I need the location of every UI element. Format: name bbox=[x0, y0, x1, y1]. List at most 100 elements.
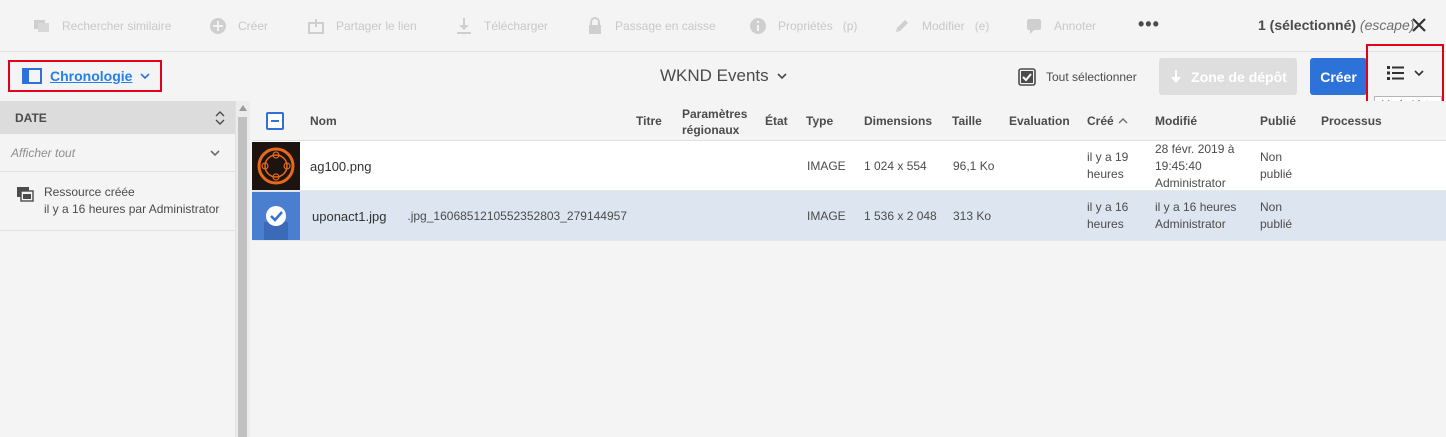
asset-created: il y a 19 heures bbox=[1087, 149, 1128, 183]
select-all-label: Tout sélectionner bbox=[1046, 70, 1137, 84]
share-link-icon bbox=[306, 16, 326, 36]
sort-updown-icon bbox=[215, 110, 225, 125]
asset-modified: il y a 16 heures Administrator bbox=[1155, 199, 1236, 233]
asset-published: Non publié bbox=[1260, 199, 1292, 233]
chevron-down-icon bbox=[777, 72, 787, 80]
column-created[interactable]: Créé bbox=[1087, 114, 1128, 128]
selection-count: 1 (sélectionné) bbox=[1258, 17, 1357, 33]
column-type[interactable]: Type bbox=[806, 114, 833, 128]
scrollbar-thumb[interactable] bbox=[238, 117, 247, 437]
column-dimensions[interactable]: Dimensions bbox=[864, 114, 932, 128]
annotate-label: Annoter bbox=[1054, 19, 1097, 33]
timeline-rail-icon bbox=[22, 68, 42, 84]
create-button[interactable]: Créer bbox=[1310, 58, 1367, 95]
asset-title: 279144957_1606851210552352803_n.jpg bbox=[407, 209, 627, 223]
rail-selector[interactable]: Chronologie bbox=[8, 60, 162, 92]
close-selection-button[interactable] bbox=[1410, 16, 1430, 36]
asset-type: IMAGE bbox=[807, 209, 846, 223]
rail-selector-label: Chronologie bbox=[50, 68, 133, 84]
asset-size: 96,1 Ko bbox=[953, 159, 995, 173]
close-icon bbox=[1410, 16, 1430, 34]
download-label: Télécharger bbox=[484, 19, 549, 33]
timeline-entry-title: Ressource créée bbox=[44, 185, 135, 199]
column-locale-line1: Paramètres bbox=[682, 107, 748, 121]
view-switcher-button[interactable] bbox=[1386, 64, 1424, 82]
asset-created-line2: heures bbox=[1087, 217, 1124, 231]
asset-modified-line1: il y a 16 heures bbox=[1155, 200, 1237, 214]
info-icon bbox=[748, 16, 768, 36]
asset-published-line1: Non bbox=[1260, 200, 1283, 214]
timeline-entry[interactable]: Ressource créée il y a 16 heures par Adm… bbox=[0, 172, 235, 231]
edit-icon bbox=[892, 16, 912, 36]
share-link-action[interactable]: Partager le lien bbox=[306, 16, 417, 36]
column-published[interactable]: Publié bbox=[1260, 114, 1296, 128]
action-bar: Rechercher similaire Créer Partager le l… bbox=[0, 0, 1446, 52]
column-processes[interactable]: Processus bbox=[1321, 114, 1382, 128]
edit-label: Modifier bbox=[922, 19, 965, 33]
arrow-down-icon bbox=[1169, 69, 1183, 85]
column-created-label: Créé bbox=[1087, 114, 1114, 128]
scroll-up-arrow-icon[interactable] bbox=[239, 105, 247, 111]
column-size[interactable]: Taille bbox=[952, 114, 982, 128]
more-actions-button[interactable]: ••• bbox=[1138, 14, 1160, 35]
asset-size: 313 Ko bbox=[953, 209, 992, 223]
asset-dimensions: 1 536 x 2 048 bbox=[864, 209, 937, 223]
properties-action[interactable]: Propriétés (p) bbox=[748, 16, 857, 36]
find-similar-label: Rechercher similaire bbox=[62, 19, 172, 33]
asset-modified-by: Administrator bbox=[1155, 217, 1226, 231]
selection-status: 1 (sélectionné) (escape) bbox=[1258, 17, 1414, 33]
header-select-checkbox[interactable] bbox=[266, 112, 284, 130]
rail-date-header[interactable]: DATE bbox=[0, 101, 235, 134]
lock-icon bbox=[585, 16, 605, 36]
download-action[interactable]: Télécharger bbox=[454, 16, 548, 36]
properties-shortcut: (p) bbox=[842, 19, 858, 33]
column-rating[interactable]: Evaluation bbox=[1009, 114, 1070, 128]
asset-modified-by: Administrator bbox=[1155, 176, 1226, 190]
select-all-toggle[interactable]: Tout sélectionner bbox=[1018, 68, 1137, 86]
content-toolbar: Chronologie WKND Events Tout sélectionne… bbox=[0, 52, 1446, 101]
share-link-label: Partager le lien bbox=[336, 19, 417, 33]
asset-created-line1: il y a 19 bbox=[1087, 150, 1129, 164]
selection-escape-hint: (escape) bbox=[1359, 17, 1415, 33]
column-name[interactable]: Nom bbox=[310, 114, 337, 128]
list-view-icon bbox=[1386, 64, 1406, 82]
asset-name[interactable]: ag100.png bbox=[310, 158, 371, 175]
asset-modified-line2: 19:45:40 bbox=[1155, 159, 1202, 173]
edit-action[interactable]: Modifier (e) bbox=[892, 16, 989, 36]
table-row[interactable]: uponact1.jpg 279144957_16068512105523528… bbox=[252, 191, 1446, 241]
asset-name[interactable]: uponact1.jpg bbox=[312, 208, 386, 225]
asset-published-line2: publié bbox=[1260, 217, 1293, 231]
column-modified[interactable]: Modifié bbox=[1155, 114, 1197, 128]
column-locale[interactable]: Paramètres régionaux bbox=[682, 106, 747, 138]
column-title[interactable]: Titre bbox=[636, 114, 662, 128]
checkout-label: Passage en caisse bbox=[615, 19, 716, 33]
rail-filter-select[interactable]: Afficher tout bbox=[0, 134, 235, 172]
table-row[interactable]: ag100.png IMAGE 1 024 x 554 96,1 Ko il y… bbox=[252, 141, 1446, 191]
create-action[interactable]: Créer bbox=[208, 16, 268, 36]
find-similar-icon bbox=[32, 16, 52, 36]
checkout-action[interactable]: Passage en caisse bbox=[585, 16, 716, 36]
asset-published: Non publié bbox=[1260, 149, 1292, 183]
rail-date-label: DATE bbox=[15, 110, 47, 125]
rail-filter-value: Afficher tout bbox=[11, 145, 76, 160]
asset-created-icon bbox=[16, 184, 34, 218]
column-locale-line2: régionaux bbox=[682, 123, 740, 137]
asset-published-line2: publié bbox=[1260, 167, 1293, 181]
asset-thumbnail-selected[interactable] bbox=[252, 192, 300, 240]
select-all-checkbox-icon bbox=[1018, 68, 1036, 86]
dropzone-button[interactable]: Zone de dépôt bbox=[1159, 58, 1297, 95]
sort-ascending-icon bbox=[1118, 117, 1128, 125]
chevron-down-icon bbox=[140, 72, 151, 80]
annotate-action[interactable]: Annoter bbox=[1024, 16, 1096, 36]
asset-created-line1: il y a 16 bbox=[1087, 200, 1129, 214]
dropzone-label: Zone de dépôt bbox=[1191, 68, 1287, 85]
folder-title-dropdown[interactable]: WKND Events bbox=[660, 66, 787, 86]
find-similar-action[interactable]: Rechercher similaire bbox=[32, 16, 171, 36]
asset-modified: 28 févr. 2019 à 19:45:40 Administrator bbox=[1155, 141, 1234, 192]
rail-scrollbar[interactable] bbox=[236, 101, 250, 437]
add-circle-icon bbox=[208, 16, 228, 36]
asset-type: IMAGE bbox=[807, 159, 846, 173]
chevron-down-icon bbox=[210, 149, 220, 157]
column-state[interactable]: État bbox=[765, 114, 788, 128]
asset-list-table: Nom Titre Paramètres régionaux État Type… bbox=[252, 101, 1446, 437]
